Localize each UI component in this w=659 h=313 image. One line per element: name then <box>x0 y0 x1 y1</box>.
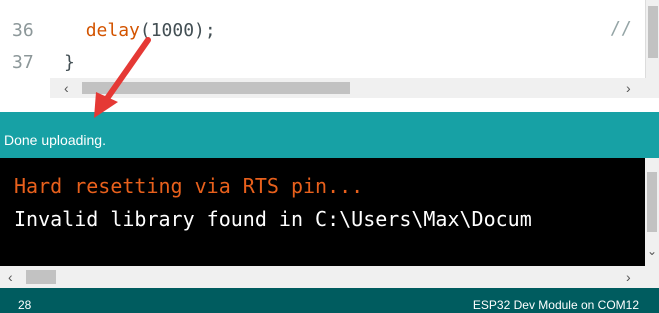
code-line[interactable]: } <box>64 52 75 73</box>
cursor-line-number: 28 <box>18 298 32 312</box>
status-message: Done uploading. <box>4 132 106 148</box>
editor-horizontal-scrollbar[interactable]: ‹ › <box>0 78 659 98</box>
scroll-thumb[interactable] <box>648 6 658 58</box>
code-keyword: delay <box>85 20 140 41</box>
editor-vertical-scrollbar[interactable] <box>645 0 659 78</box>
console-line: Invalid library found in C:\Users\Max\Do… <box>14 207 532 231</box>
scroll-thumb[interactable] <box>82 82 350 94</box>
status-bar: Done uploading. <box>0 112 659 158</box>
divider <box>0 98 659 112</box>
scroll-thumb[interactable] <box>26 270 56 284</box>
scrollbar-spacer <box>0 78 50 98</box>
console-output[interactable]: Hard resetting via RTS pin... Invalid li… <box>0 158 645 266</box>
code-editor[interactable]: 36 37 delay(1000); } // <box>0 0 645 78</box>
console-vertical-scrollbar[interactable]: ⌄ <box>645 158 659 266</box>
console-horizontal-scrollbar[interactable]: ‹ › <box>0 266 659 288</box>
right-arrow-icon[interactable]: › <box>626 78 631 98</box>
line-number-gutter: 36 37 <box>12 0 56 78</box>
line-number: 36 <box>12 20 34 41</box>
scroll-thumb[interactable] <box>647 172 657 232</box>
line-number: 37 <box>12 52 34 73</box>
left-arrow-icon[interactable]: ‹ <box>64 78 69 98</box>
code-comment: // <box>610 18 632 39</box>
code-args: (1000); <box>139 20 216 41</box>
right-arrow-icon[interactable]: › <box>626 266 631 288</box>
footer-bar: 28 ESP32 Dev Module on COM12 <box>0 288 659 313</box>
down-arrow-icon[interactable]: ⌄ <box>647 244 657 258</box>
board-port-label: ESP32 Dev Module on COM12 <box>472 298 639 312</box>
left-arrow-icon[interactable]: ‹ <box>8 266 13 288</box>
console-line: Hard resetting via RTS pin... <box>14 174 364 198</box>
code-line[interactable]: delay(1000); <box>64 20 216 41</box>
